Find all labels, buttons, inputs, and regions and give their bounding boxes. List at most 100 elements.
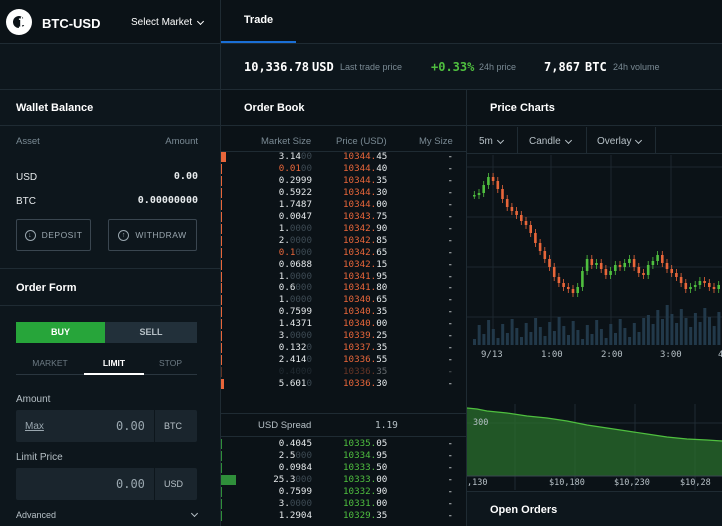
- market-size: 0.1000: [278, 246, 312, 258]
- ask-row[interactable]: 0.0100 10344.40 -: [221, 163, 466, 175]
- bid-row[interactable]: 1.2904 10329.35 -: [221, 510, 466, 522]
- ask-row[interactable]: 0.6000 10341.80 -: [221, 282, 466, 294]
- market-size: 3.0000: [278, 497, 312, 509]
- ask-row[interactable]: 0.1320 10337.35 -: [221, 342, 466, 354]
- ask-row[interactable]: 3.1400 10344.45 -: [221, 151, 466, 163]
- ask-row[interactable]: 0.0688 10342.15 -: [221, 259, 466, 271]
- depth-bar: [221, 439, 222, 449]
- price: 10344.35: [343, 174, 388, 186]
- bid-row[interactable]: 2.5000 10334.95 -: [221, 450, 466, 462]
- volume-value: 7,867: [544, 60, 581, 74]
- interval-dropdown[interactable]: 5m: [479, 136, 504, 147]
- chart-style-dropdown[interactable]: Candle: [529, 136, 572, 147]
- bid-row[interactable]: 25.3000 10333.00 -: [221, 474, 466, 486]
- volume-bar: [595, 320, 599, 345]
- my-size: -: [447, 246, 453, 258]
- volume-bar: [689, 327, 693, 345]
- candle: [510, 207, 514, 211]
- ask-row[interactable]: 1.0000 10342.90 -: [221, 223, 466, 235]
- price: 10342.15: [343, 258, 388, 270]
- price: 10344.00: [343, 198, 388, 210]
- market-size: 3.1400: [278, 151, 312, 162]
- tab-limit-indicator: [84, 373, 144, 375]
- my-size: -: [447, 485, 453, 497]
- candle: [670, 269, 673, 273]
- volume-bar: [637, 332, 641, 345]
- chevron-down-icon: [197, 17, 205, 25]
- my-size: -: [447, 330, 453, 342]
- market-size: 2.5000: [278, 449, 312, 461]
- advanced-toggle[interactable]: Advanced: [16, 510, 56, 520]
- amount-value[interactable]: 0.00: [116, 419, 145, 433]
- volume-bar: [487, 320, 491, 345]
- candle: [708, 283, 711, 287]
- overlay-dropdown[interactable]: Overlay: [597, 136, 643, 147]
- max-link[interactable]: Max: [25, 421, 44, 432]
- volume-bar: [552, 331, 556, 345]
- bid-row[interactable]: 0.0984 10333.50 -: [221, 462, 466, 474]
- volume-bar: [590, 334, 594, 345]
- volume-bar: [698, 322, 702, 345]
- limit-price-value[interactable]: 0.00: [116, 477, 145, 491]
- volume-bar: [599, 329, 603, 345]
- volume-bar: [477, 325, 481, 345]
- time-tick: 9/13: [481, 350, 503, 360]
- candle: [548, 259, 551, 267]
- ask-row[interactable]: 0.4000 10336.35 -: [221, 366, 466, 378]
- depth-bar: [221, 498, 222, 509]
- depth-x-tick: $10,180: [549, 478, 585, 488]
- candle: [632, 259, 636, 267]
- depth-bar: [221, 163, 222, 174]
- tab-trade[interactable]: Trade: [221, 0, 296, 43]
- ask-row[interactable]: 0.5922 10344.30 -: [221, 187, 466, 199]
- market-size: 3.0000: [278, 330, 312, 342]
- withdraw-button[interactable]: ↑ WITHDRAW: [108, 219, 197, 251]
- ask-row[interactable]: 3.0000 10339.25 -: [221, 330, 466, 342]
- col-my-size: My Size: [419, 136, 453, 147]
- candle: [656, 255, 659, 261]
- candle: [684, 283, 688, 289]
- candle: [604, 269, 608, 275]
- volume-bar: [693, 313, 697, 345]
- bid-row[interactable]: 0.4045 10335.05 -: [221, 438, 466, 450]
- ask-row[interactable]: 0.2999 10344.35 -: [221, 175, 466, 187]
- ask-row[interactable]: 0.1000 10342.65 -: [221, 247, 466, 259]
- ask-row[interactable]: 0.7599 10340.35 -: [221, 306, 466, 318]
- price: 10334.95: [343, 449, 388, 461]
- select-market-dropdown[interactable]: Select Market: [131, 17, 205, 28]
- tab-market[interactable]: MARKET: [16, 358, 84, 368]
- candlestick-chart[interactable]: 9/13 1:00 2:00 3:00 4: [467, 155, 722, 403]
- ask-row[interactable]: 2.4140 10336.55 -: [221, 354, 466, 366]
- ask-row[interactable]: 1.4371 10340.00 -: [221, 318, 466, 330]
- volume-bar: [520, 337, 523, 345]
- ask-row[interactable]: 2.0000 10342.85 -: [221, 235, 466, 247]
- deposit-button[interactable]: ↓ DEPOSIT: [16, 219, 91, 251]
- bid-row[interactable]: 3.0000 10331.00 -: [221, 498, 466, 510]
- candle: [473, 195, 476, 197]
- market-size: 2.4140: [278, 354, 312, 366]
- sell-button[interactable]: SELL: [105, 322, 197, 343]
- depth-x-tick: ,130: [467, 478, 488, 488]
- market-size: 0.7599: [278, 306, 312, 318]
- depth-bar: [221, 211, 222, 222]
- market-pair: BTC-USD: [42, 16, 101, 31]
- ask-row[interactable]: 1.0000 10341.95 -: [221, 271, 466, 283]
- col-price: Price (USD): [336, 136, 387, 147]
- bid-row[interactable]: 0.7599 10332.90 -: [221, 486, 466, 498]
- buy-button[interactable]: BUY: [16, 322, 105, 343]
- ask-row[interactable]: 5.6010 10336.30 -: [221, 378, 466, 390]
- last-price-unit: USD: [312, 60, 334, 74]
- ask-row[interactable]: 1.7487 10344.00 -: [221, 199, 466, 211]
- tab-limit[interactable]: LIMIT: [84, 358, 144, 368]
- market-size: 0.4000: [278, 366, 312, 378]
- ask-row[interactable]: 0.0047 10343.75 -: [221, 211, 466, 223]
- tab-stop[interactable]: STOP: [144, 358, 197, 368]
- candle: [623, 263, 626, 267]
- time-tick: 3:00: [660, 350, 682, 360]
- candle: [646, 265, 650, 275]
- volume-bar: [679, 309, 683, 345]
- volume-bar: [712, 326, 716, 345]
- ask-row[interactable]: 1.0000 10340.65 -: [221, 294, 466, 306]
- my-size: -: [447, 378, 453, 390]
- candle: [609, 271, 612, 275]
